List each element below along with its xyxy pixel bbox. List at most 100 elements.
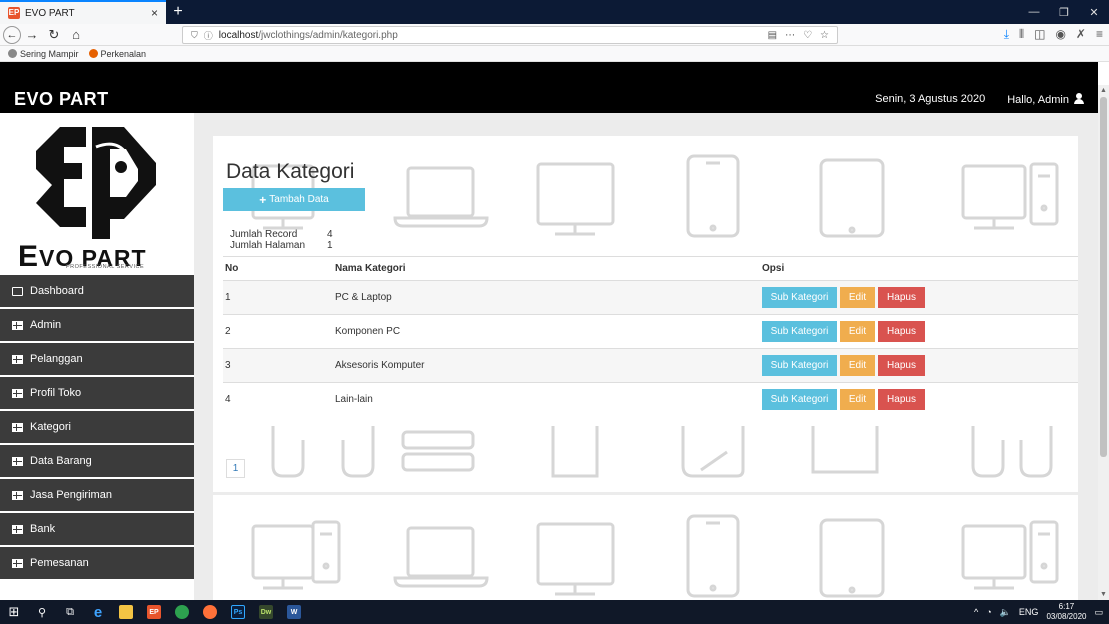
content-panel: Data Kategori + Tambah Data Jumlah Record…: [213, 136, 1078, 600]
sidebar-menu: Dashboard Admin Pelanggan Profil Toko Ka…: [0, 275, 194, 581]
edge-browser-icon[interactable]: e: [84, 600, 112, 624]
tab-title: EVO PART: [25, 7, 75, 19]
page-title: Data Kategori: [226, 160, 355, 183]
delete-button[interactable]: Hapus: [878, 389, 925, 411]
search-icon[interactable]: ⚲: [28, 600, 56, 624]
reader-view-icon[interactable]: ▤: [768, 30, 777, 41]
app-icon[interactable]: EP: [140, 600, 168, 624]
row-number: 1: [223, 280, 333, 315]
close-window-icon[interactable]: ✕: [1079, 0, 1109, 24]
word-icon[interactable]: W: [280, 600, 308, 624]
extension-icon[interactable]: ✗: [1076, 27, 1086, 42]
shield-icon[interactable]: ⛉: [191, 30, 198, 41]
bookmark-item[interactable]: Sering Mampir: [8, 48, 79, 59]
browser-tab[interactable]: EP EVO PART ×: [0, 0, 166, 24]
user-menu[interactable]: Hallo, Admin: [1007, 92, 1084, 106]
sidebar-toggle-icon[interactable]: ◫: [1034, 27, 1045, 42]
tray-chevron-icon[interactable]: ^: [974, 607, 978, 617]
add-data-button[interactable]: + Tambah Data: [223, 188, 365, 211]
window-controls: — ❐ ✕: [1019, 0, 1109, 24]
app-header: EVO PART Senin, 3 Agustus 2020 Hallo, Ad…: [0, 85, 1098, 113]
row-number: 3: [223, 348, 333, 383]
sub-category-button[interactable]: Sub Kategori: [762, 389, 837, 411]
delete-button[interactable]: Hapus: [878, 287, 925, 308]
sub-category-button[interactable]: Sub Kategori: [762, 287, 837, 308]
firefox-icon[interactable]: [196, 600, 224, 624]
file-explorer-icon[interactable]: [112, 600, 140, 624]
notification-icon[interactable]: ▭: [1094, 607, 1103, 618]
page-scrollbar[interactable]: ▲ ▼: [1098, 85, 1109, 600]
pagination-page-1[interactable]: 1: [226, 459, 245, 478]
home-icon[interactable]: ⌂: [65, 25, 87, 45]
table-icon: [12, 490, 23, 500]
delete-button[interactable]: Hapus: [878, 355, 925, 376]
table-icon: [12, 388, 23, 398]
photoshop-icon[interactable]: Ps: [224, 600, 252, 624]
taskbar-clock[interactable]: 6:17 03/08/2020: [1046, 602, 1086, 622]
sidebar-item-jasa-pengiriman[interactable]: Jasa Pengiriman: [0, 479, 194, 513]
bookmark-item[interactable]: Perkenalan: [88, 48, 146, 59]
sidebar-item-data-barang[interactable]: Data Barang: [0, 445, 194, 479]
download-icon[interactable]: ⤓: [1004, 27, 1009, 42]
sidebar-item-admin[interactable]: Admin: [0, 309, 194, 343]
table-row: 4 Lain-lain Sub Kategori Edit Hapus: [223, 382, 1078, 417]
windows-start-icon[interactable]: ⊞: [0, 600, 28, 624]
pocket-icon[interactable]: ♡: [803, 30, 812, 41]
system-tray: ^ ◔ 🔈 ENG 6:17 03/08/2020 ▭: [974, 602, 1109, 622]
sub-category-button[interactable]: Sub Kategori: [762, 355, 837, 376]
account-icon[interactable]: ◉: [1055, 27, 1065, 42]
scroll-down-icon[interactable]: ▼: [1098, 589, 1109, 600]
delete-button[interactable]: Hapus: [878, 321, 925, 342]
monitor-icon: [12, 286, 23, 296]
language-indicator[interactable]: ENG: [1019, 607, 1039, 617]
minimize-icon[interactable]: —: [1019, 0, 1049, 24]
edit-button[interactable]: Edit: [840, 287, 875, 308]
edit-button[interactable]: Edit: [840, 321, 875, 342]
logo-mark-icon: [36, 127, 156, 239]
sidebar-item-dashboard[interactable]: Dashboard: [0, 275, 194, 309]
sidebar-item-bank[interactable]: Bank: [0, 513, 194, 547]
reload-icon[interactable]: ↻: [43, 25, 65, 45]
chrome-icon[interactable]: [168, 600, 196, 624]
category-table: No Nama Kategori Opsi 1 PC & Laptop Sub …: [223, 256, 1078, 417]
browser-nav-bar: ← → ↻ ⌂ ⛉ ⓘ localhost/jwclothings/admin/…: [0, 24, 1109, 46]
sidebar-item-kategori[interactable]: Kategori: [0, 411, 194, 445]
table-icon: [12, 320, 23, 330]
scroll-thumb[interactable]: [1100, 97, 1107, 457]
forward-arrow-icon[interactable]: →: [21, 25, 43, 45]
restore-icon[interactable]: ❐: [1049, 0, 1079, 24]
page-top-strip: [0, 62, 1098, 85]
back-arrow-icon[interactable]: ←: [3, 25, 21, 44]
bookmark-star-icon[interactable]: ☆: [820, 30, 829, 41]
table-header-row: No Nama Kategori Opsi: [223, 256, 1078, 281]
firefox-icon: [88, 48, 98, 58]
info-icon[interactable]: ⓘ: [204, 29, 213, 42]
library-icon[interactable]: ⫴: [1019, 27, 1024, 42]
table-icon: [12, 422, 23, 432]
edit-button[interactable]: Edit: [840, 389, 875, 411]
section-divider: [213, 492, 1078, 495]
sidebar-item-pemesanan[interactable]: Pemesanan: [0, 547, 194, 581]
row-number: 2: [223, 314, 333, 349]
sub-category-button[interactable]: Sub Kategori: [762, 321, 837, 342]
sidebar-item-pelanggan[interactable]: Pelanggan: [0, 343, 194, 377]
windows-taskbar: ⊞ ⚲ ⧉ e EP Ps Dw W ^ ◔ 🔈 ENG 6:17 03/08/…: [0, 600, 1109, 624]
volume-icon[interactable]: 🔈: [1000, 607, 1011, 618]
menu-icon[interactable]: ≡: [1096, 27, 1103, 42]
new-tab-button[interactable]: +: [166, 0, 190, 24]
network-icon[interactable]: ◔: [986, 607, 991, 617]
bookmarks-bar: Sering Mampir Perkenalan: [0, 46, 1109, 62]
more-icon[interactable]: ⋯: [785, 30, 795, 41]
edit-button[interactable]: Edit: [840, 355, 875, 376]
record-count-value: 4: [327, 229, 333, 240]
task-view-icon[interactable]: ⧉: [56, 600, 84, 624]
brand-title[interactable]: EVO PART: [14, 89, 109, 110]
tab-close-icon[interactable]: ×: [151, 6, 158, 20]
sidebar: EVO PART PROFESSIONAL SERVICE Dashboard …: [0, 113, 194, 600]
address-bar[interactable]: ⛉ ⓘ localhost/jwclothings/admin/kategori…: [182, 26, 838, 44]
record-stats: Jumlah Record 4 Jumlah Halaman 1: [230, 229, 333, 251]
scroll-up-icon[interactable]: ▲: [1098, 85, 1109, 96]
browser-tab-bar: EP EVO PART × + — ❐ ✕: [0, 0, 1109, 24]
dreamweaver-icon[interactable]: Dw: [252, 600, 280, 624]
sidebar-item-profil-toko[interactable]: Profil Toko: [0, 377, 194, 411]
